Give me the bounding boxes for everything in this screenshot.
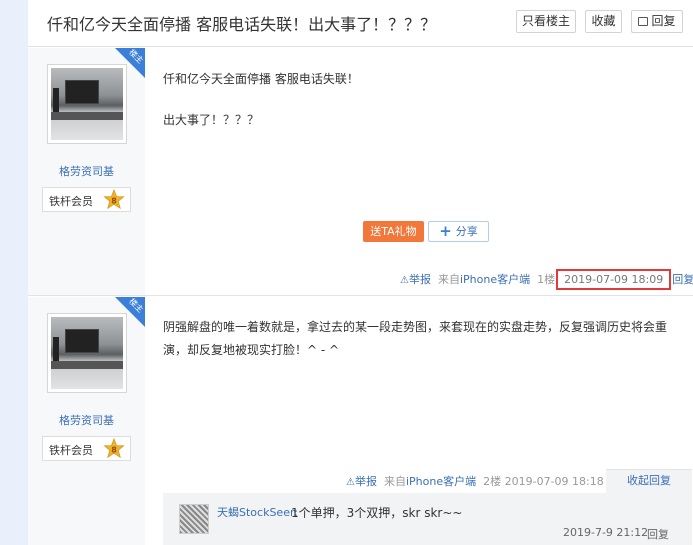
reply-link[interactable]: 回复 [672, 273, 693, 286]
report-link[interactable]: 举报 [409, 273, 431, 286]
avatar-image [51, 317, 123, 389]
post-tail: ⚠举报 来自iPhone客户端 2楼 2019-07-09 18:18 [346, 475, 604, 490]
sub-reply-reply-link[interactable]: 回复 [647, 526, 669, 542]
reply-button[interactable]: 回复 [631, 10, 683, 33]
member-level-badge[interactable]: 铁杆会员 8 [42, 187, 131, 212]
sub-reply-text: 1个单押，3个双押，skr skr~~ [291, 506, 463, 520]
member-level-badge[interactable]: 铁杆会员 8 [42, 436, 131, 461]
sub-reply-avatar[interactable] [179, 504, 209, 534]
author-name[interactable]: 格劳资司基 [28, 163, 145, 179]
level-star-icon: 8 [103, 438, 125, 459]
post-content-line: 出大事了！？？？ [163, 113, 260, 127]
level-number: 8 [111, 446, 117, 455]
comment-icon [638, 17, 649, 26]
floor-number: 1楼 [537, 273, 556, 286]
post-content-line: 仟和亿今天全面停播 客服电话失联！ [163, 72, 359, 86]
left-gutter [0, 0, 28, 545]
device-link[interactable]: iPhone客户端 [460, 273, 530, 286]
source-label: 来自 [383, 475, 406, 488]
warning-triangle-icon: ⚠ [346, 477, 355, 488]
only-author-button[interactable]: 只看楼主 [516, 10, 576, 33]
author-column: 楼主 格劳资司基 铁杆会员 8 [28, 48, 145, 295]
share-button[interactable]: + 分享 [428, 221, 489, 242]
post-datetime: 2019-07-09 18:18 [504, 475, 604, 488]
thread-page: 仟和亿今天全面停播 客服电话失联！出大事了！？？？ 只看楼主 收藏 回复 楼主 … [28, 0, 693, 545]
author-name[interactable]: 格劳资司基 [28, 412, 145, 428]
share-plus-icon: + [439, 222, 452, 240]
sub-reply-datetime: 2019-7-9 21:12 [563, 526, 649, 539]
member-level-label: 铁杆会员 [49, 195, 93, 208]
avatar-image [51, 68, 123, 140]
report-link[interactable]: 举报 [355, 475, 377, 488]
level-star-icon: 8 [103, 189, 125, 210]
post-floor-1: 楼主 格劳资司基 铁杆会员 8 仟和亿今天全面停播 客服电话失联！ 出大事了！？… [28, 48, 693, 296]
thread-title: 仟和亿今天全面停播 客服电话失联！出大事了！？？？ [47, 15, 437, 34]
share-button-label: 分享 [455, 225, 478, 238]
floor-number: 2楼 [483, 475, 502, 488]
sub-reply-user[interactable]: 天蝎StockSeer: [217, 504, 298, 520]
reply-button-label: 回复 [651, 14, 676, 28]
member-level-label: 铁杆会员 [49, 444, 93, 457]
post-tail: ⚠举报 来自iPhone客户端 1楼 2019-07-09 18:09 回复 [400, 269, 693, 290]
warning-triangle-icon: ⚠ [400, 275, 409, 286]
sub-reply: 天蝎StockSeer: 1个单押，3个双押，skr skr~~ 2019-7-… [163, 493, 692, 545]
post-datetime-highlighted: 2019-07-09 18:09 [556, 269, 672, 290]
post-content: 阴强解盘的唯一着数就是，拿过去的某一段走势图，来套现在的实盘走势，反复强调历史将… [163, 320, 668, 357]
level-number: 8 [111, 197, 117, 206]
thread-header: 仟和亿今天全面停播 客服电话失联！出大事了！？？？ 只看楼主 收藏 回复 [28, 0, 693, 47]
collapse-replies-button[interactable]: 收起回复 [606, 469, 692, 493]
send-gift-button[interactable]: 送TA礼物 [363, 221, 424, 242]
author-column: 楼主 格劳资司基 铁杆会员 8 [28, 297, 145, 545]
source-label: 来自 [437, 273, 460, 286]
avatar[interactable] [47, 64, 127, 144]
favorite-button[interactable]: 收藏 [585, 10, 622, 33]
post-floor-2: 楼主 格劳资司基 铁杆会员 8 阴强解盘的唯一着数就是，拿过去的某一段走势图，来… [28, 297, 693, 545]
device-link[interactable]: iPhone客户端 [406, 475, 476, 488]
avatar[interactable] [47, 313, 127, 393]
